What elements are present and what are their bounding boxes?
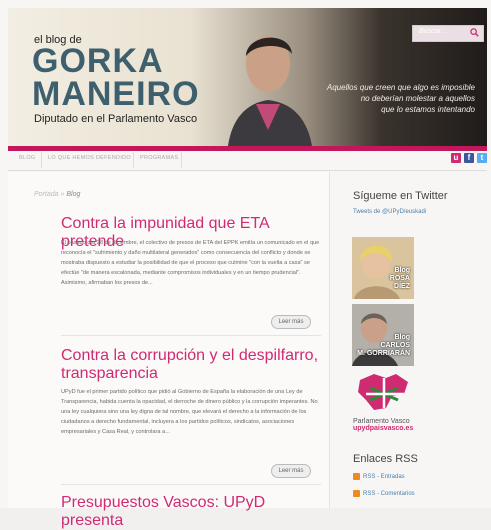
- post-divider: [61, 335, 321, 336]
- upyd-pais-vasco-link[interactable]: upydpaisvasco.es: [353, 425, 413, 432]
- rss-icon: [353, 490, 360, 497]
- post-title[interactable]: Presupuestos Vascos: UPyD presenta: [61, 494, 321, 530]
- main-nav: BLOG LO QUE HEMOS DEFENDIDO PROGRAMAS u …: [8, 150, 487, 171]
- rss-link-label[interactable]: RSS - Comentarios: [363, 491, 415, 497]
- blog-carlos-gorriaran-banner[interactable]: Blog CARLOS M. GORRIARÁN: [352, 304, 414, 366]
- twitter-heading: Sígueme en Twitter: [353, 190, 448, 202]
- search-icon[interactable]: [470, 28, 479, 37]
- page: el blog de GORKA MANEIRO Diputado en el …: [0, 0, 491, 529]
- post-divider: [61, 484, 321, 485]
- blog-label: Blog: [394, 267, 410, 274]
- nav-item-blog[interactable]: BLOG: [19, 155, 35, 161]
- blog-author: M. GORRIARÁN: [357, 350, 410, 357]
- breadcrumb-current: Blog: [66, 191, 81, 198]
- facebook-icon[interactable]: f: [464, 153, 474, 163]
- nav-item-programas[interactable]: PROGRAMAS: [140, 155, 178, 161]
- twitter-feed-link[interactable]: Tweets de @UPyD/euskadi: [353, 209, 426, 215]
- blog-author: ROSA: [389, 275, 410, 282]
- post-excerpt: El pasado día 28 de diciembre, el colect…: [61, 240, 320, 286]
- quote-line: que lo estamos intentando: [381, 105, 475, 114]
- main-content: Portada » Blog Contra la impunidad que E…: [8, 172, 330, 529]
- blog-author: DÍEZ: [394, 283, 410, 290]
- sidebar: Sígueme en Twitter Tweets de @UPyD/euska…: [340, 172, 480, 508]
- upyd-icon[interactable]: u: [451, 153, 461, 163]
- portrait-image: [228, 36, 312, 146]
- rss-comments-link[interactable]: RSS - Comentarios: [353, 490, 415, 497]
- twitter-icon[interactable]: t: [477, 153, 487, 163]
- post-excerpt: UPyD fue el primer partido político que …: [61, 389, 318, 435]
- rss-heading: Enlaces RSS: [353, 453, 418, 465]
- site-header: el blog de GORKA MANEIRO Diputado en el …: [8, 8, 487, 151]
- blog-rosa-diez-banner[interactable]: Blog ROSA DÍEZ: [352, 237, 414, 299]
- read-more-button[interactable]: Leer más: [271, 464, 311, 478]
- breadcrumb-home[interactable]: Portada: [34, 191, 59, 198]
- blog-label: Blog: [394, 334, 410, 341]
- post-title-line[interactable]: Contra la corrupción y el despilfarro,: [61, 347, 321, 365]
- rss-link-label[interactable]: RSS - Entradas: [363, 474, 405, 480]
- breadcrumb-separator: »: [60, 191, 65, 198]
- blog-subtitle: Diputado en el Parlamento Vasco: [34, 113, 198, 125]
- search-input[interactable]: Buscar...: [419, 28, 446, 35]
- nav-divider: [181, 152, 182, 168]
- parlamento-vasco-label: Parlamento Vasco: [353, 418, 410, 425]
- header-quote: Aquellos que creen que algo es imposible…: [315, 82, 475, 115]
- post-title[interactable]: Contra la corrupción y el despilfarro, t…: [61, 347, 321, 383]
- search-box[interactable]: Buscar...: [412, 25, 484, 42]
- pais-vasco-map-logo[interactable]: [352, 370, 414, 418]
- blog-title-first-name[interactable]: GORKA: [32, 44, 164, 78]
- post-title-line[interactable]: transparencia: [61, 365, 321, 383]
- blog-author: CARLOS: [380, 342, 410, 349]
- nav-divider: [41, 152, 42, 168]
- nav-divider: [133, 152, 134, 168]
- quote-line: Aquellos que creen que algo es imposible: [326, 83, 475, 92]
- rss-entries-link[interactable]: RSS - Entradas: [353, 473, 405, 480]
- breadcrumb: Portada » Blog: [34, 191, 80, 198]
- quote-line: no deberían molestar a aquellos: [360, 94, 475, 103]
- blog-title-last-name[interactable]: MANEIRO: [32, 77, 200, 111]
- nav-item-defendido[interactable]: LO QUE HEMOS DEFENDIDO: [48, 155, 131, 161]
- read-more-button[interactable]: Leer más: [271, 315, 311, 329]
- rss-icon: [353, 473, 360, 480]
